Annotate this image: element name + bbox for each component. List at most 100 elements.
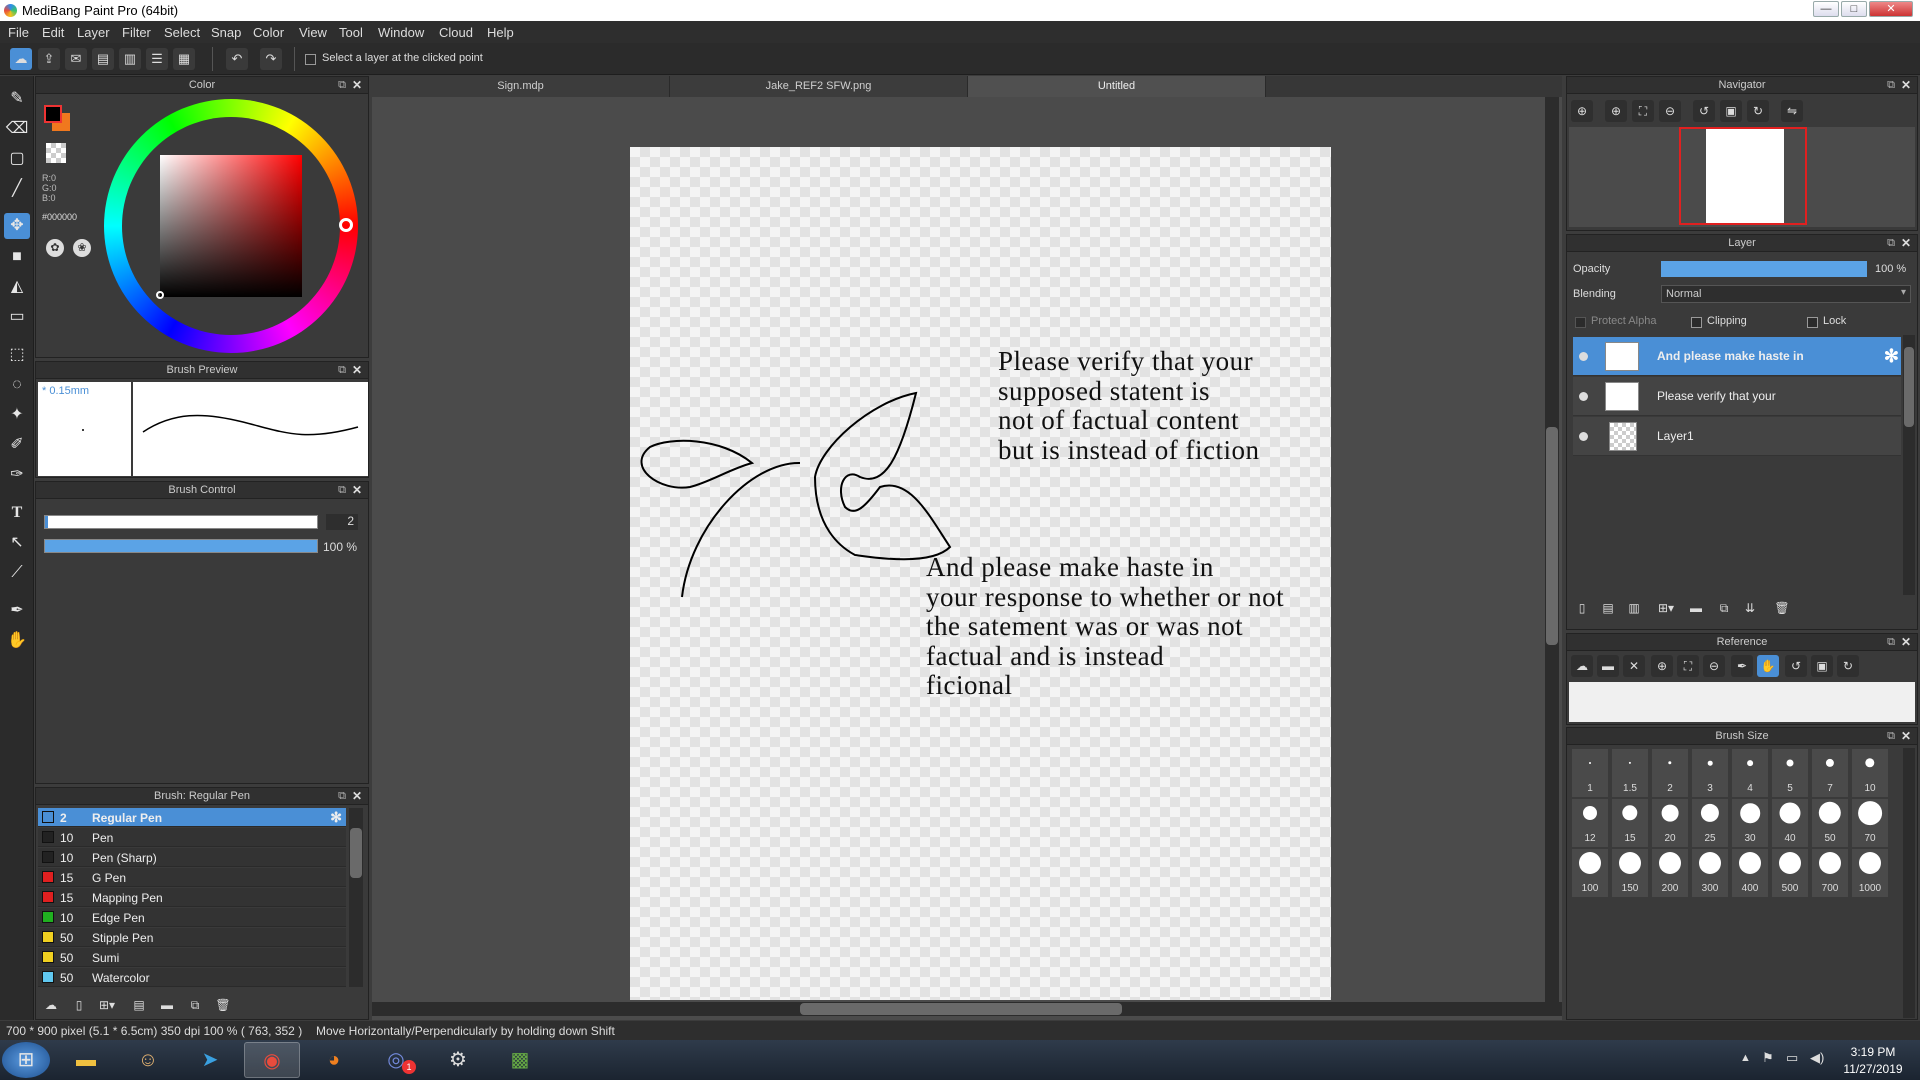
eraser-tool-icon[interactable]: ⌫ — [4, 116, 30, 142]
grid-icon[interactable]: ▦ — [173, 48, 195, 70]
brush-size-option[interactable]: 30 — [1731, 798, 1769, 848]
popout-icon[interactable]: ⧉ — [1887, 235, 1895, 252]
reference-open-icon[interactable]: ▬ — [1597, 655, 1619, 677]
brush-list-item[interactable]: 50 Stipple Pen — [38, 928, 346, 947]
volume-icon[interactable]: ◀) — [1810, 1050, 1824, 1066]
clock-date[interactable]: 11/27/2019 — [1835, 1062, 1911, 1076]
brush-size-option[interactable]: 200 — [1651, 848, 1689, 898]
brush-list-item[interactable]: 50 Watercolor — [38, 968, 346, 987]
lock-checkbox[interactable] — [1807, 315, 1818, 329]
close-window-button[interactable]: ✕ — [1869, 1, 1913, 17]
saturation-square[interactable] — [160, 155, 302, 297]
file-explorer-icon[interactable]: ▬ — [58, 1042, 114, 1078]
action-center-icon[interactable]: ⚑ — [1762, 1050, 1774, 1066]
brush-size-option[interactable]: 1 — [1571, 748, 1609, 798]
brush-size-option[interactable]: 3 — [1691, 748, 1729, 798]
brush-size-option[interactable]: 150 — [1611, 848, 1649, 898]
reference-cloud-icon[interactable]: ☁ — [1571, 655, 1593, 677]
foreground-color-swatch[interactable] — [44, 105, 62, 123]
brush-size-option[interactable]: 5 — [1771, 748, 1809, 798]
brush-size-option[interactable]: 700 — [1811, 848, 1849, 898]
move-tool-icon[interactable]: ✥ — [4, 213, 30, 239]
menu-layer[interactable]: Layer — [77, 25, 110, 40]
divide-tool-icon[interactable]: ⟋ — [4, 560, 30, 586]
add-layer-dropdown-icon[interactable]: ⊞▾ — [1651, 597, 1681, 619]
firefox-icon[interactable]: ◕ — [306, 1042, 362, 1078]
popout-icon[interactable]: ⧉ — [338, 362, 346, 379]
select-tool-icon[interactable]: ⬚ — [4, 342, 30, 368]
brush-settings-icon[interactable]: ▤ — [128, 994, 150, 1016]
layer-row[interactable]: Please verify that your — [1573, 377, 1901, 416]
brush-size-option[interactable]: 50 — [1811, 798, 1849, 848]
brush-list-item[interactable]: 2 Regular Pen ✻ — [38, 808, 346, 827]
popout-icon[interactable]: ⧉ — [1887, 634, 1895, 651]
brush-size-option[interactable]: 12 — [1571, 798, 1609, 848]
zoom-in-icon[interactable]: ⊕ — [1571, 100, 1593, 122]
brush-size-option[interactable]: 500 — [1771, 848, 1809, 898]
gradient-tool-icon[interactable]: ▭ — [4, 304, 30, 330]
rotate-right-icon[interactable]: ↻ — [1747, 100, 1769, 122]
share-icon[interactable]: ⇪ — [38, 48, 60, 70]
fit-icon[interactable]: ⛶ — [1632, 100, 1654, 122]
duplicate-layer-icon[interactable]: ⧉ — [1713, 597, 1735, 619]
visibility-icon[interactable] — [1579, 352, 1588, 361]
brush-size-option[interactable]: 40 — [1771, 798, 1809, 848]
fill-rectangle-tool-icon[interactable]: ■ — [4, 244, 30, 270]
brush-tool-icon[interactable]: ✎ — [4, 86, 30, 112]
brush-list-scroll-thumb[interactable] — [350, 828, 362, 878]
reference-hand-icon[interactable]: ✋ — [1757, 655, 1779, 677]
reference-rotate-right-icon[interactable]: ↻ — [1837, 655, 1859, 677]
tab-untitled[interactable]: Untitled — [968, 76, 1266, 97]
close-icon[interactable]: ✕ — [352, 788, 362, 805]
blending-select[interactable]: Normal ▾ — [1661, 285, 1911, 303]
close-icon[interactable]: ✕ — [1901, 77, 1911, 94]
hand-tool-icon[interactable]: ✋ — [4, 628, 30, 654]
new-8bit-layer-icon[interactable]: ▥ — [1623, 597, 1645, 619]
brush-list-item[interactable]: 10 Edge Pen — [38, 908, 346, 927]
rectangle-tool-icon[interactable]: ▢ — [4, 146, 30, 172]
brush-size-option[interactable]: 100 — [1571, 848, 1609, 898]
navigator-preview[interactable] — [1569, 127, 1915, 227]
brush-list-item[interactable]: 15 G Pen — [38, 868, 346, 887]
menu-select[interactable]: Select — [164, 25, 200, 40]
new-brush-icon[interactable]: ▯ — [68, 994, 90, 1016]
zoom-out-icon[interactable]: ⊖ — [1659, 100, 1681, 122]
tab-jake-ref[interactable]: Jake_REF2 SFW.png — [670, 76, 968, 97]
popout-icon[interactable]: ⧉ — [338, 77, 346, 94]
eyedropper-icon[interactable]: ✒ — [4, 598, 30, 624]
protect-alpha-checkbox[interactable] — [1575, 315, 1586, 329]
brush-size-option[interactable]: 7 — [1811, 748, 1849, 798]
canvas-horizontal-thumb[interactable] — [800, 1003, 1122, 1015]
brush-size-option[interactable]: 15 — [1611, 798, 1649, 848]
select-layer-checkbox[interactable] — [305, 52, 316, 66]
visibility-icon[interactable] — [1579, 392, 1588, 401]
reference-zoom-out-icon[interactable]: ⊖ — [1703, 655, 1725, 677]
popout-icon[interactable]: ⧉ — [338, 482, 346, 499]
brush-size-option[interactable]: 1000 — [1851, 848, 1889, 898]
select-pen-icon[interactable]: ✐ — [4, 432, 30, 458]
close-icon[interactable]: ✕ — [352, 362, 362, 379]
brush-list-item[interactable]: 15 Mapping Pen — [38, 888, 346, 907]
minimize-button[interactable]: — — [1813, 1, 1839, 17]
brush-size-option[interactable]: 10 — [1851, 748, 1889, 798]
transparent-swatch[interactable] — [46, 143, 66, 163]
popout-icon[interactable]: ⧉ — [1887, 728, 1895, 745]
telegram-icon[interactable]: ➤ — [182, 1042, 238, 1078]
menu-help[interactable]: Help — [487, 25, 514, 40]
layer-list-scroll-thumb[interactable] — [1904, 347, 1914, 427]
brush-folder-icon[interactable]: ▬ — [156, 994, 178, 1016]
duplicate-brush-icon[interactable]: ⧉ — [184, 994, 206, 1016]
minecraft-icon[interactable]: ▩ — [492, 1042, 548, 1078]
reference-eyedropper-icon[interactable]: ✒ — [1731, 655, 1753, 677]
reference-rotate-left-icon[interactable]: ↺ — [1785, 655, 1807, 677]
close-icon[interactable]: ✕ — [352, 77, 362, 94]
network-icon[interactable]: ▭ — [1786, 1050, 1798, 1066]
speech-icon[interactable]: ▤ — [92, 48, 114, 70]
brush-size-option[interactable]: 400 — [1731, 848, 1769, 898]
layer-row[interactable]: And please make haste in ✻ — [1573, 337, 1901, 376]
brush-size-option[interactable]: 25 — [1691, 798, 1729, 848]
select-eraser-icon[interactable]: ✑ — [4, 462, 30, 488]
zoom-in-2-icon[interactable]: ⊕ — [1605, 100, 1627, 122]
cloud-brush-icon[interactable]: ☁ — [40, 994, 62, 1016]
brush-size-option[interactable]: 1.5 — [1611, 748, 1649, 798]
